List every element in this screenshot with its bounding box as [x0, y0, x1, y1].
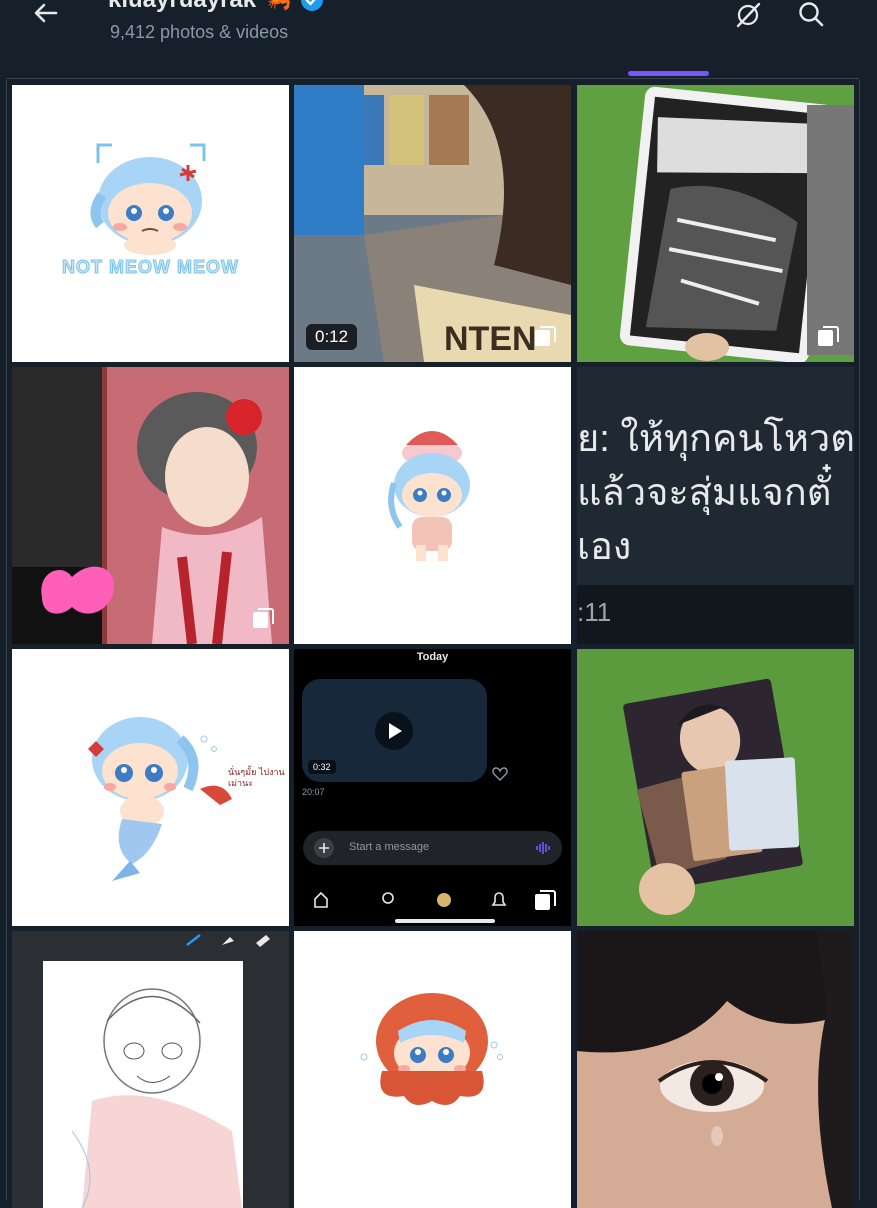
media-tile-thai-screenshot[interactable]: ย: ให้ทุกคนโหวต แล้วจะสุ่มแจกตั๋ เอง :11: [577, 367, 854, 644]
mermaid-note: นั่นๆมั้ย ไปงานเม่านะ: [228, 767, 285, 788]
plus-icon: [314, 838, 334, 858]
multiple-media-icon: [535, 326, 556, 346]
media-tile-chibi-sticker[interactable]: NOT MEOW MEOW: [12, 85, 289, 362]
play-icon: [375, 712, 413, 750]
verified-badge-icon: [300, 0, 323, 11]
grok-button[interactable]: [733, 0, 763, 30]
voice-icon: [536, 842, 550, 854]
grok-icon: [736, 2, 761, 28]
chibi-strawberry-image: [388, 431, 470, 561]
book-cards-photo: [577, 649, 854, 926]
media-tile-dm-screenshot[interactable]: Today 0:32 20:07 Start a message: [294, 649, 571, 926]
multiple-media-icon: [818, 326, 839, 346]
dm-video-bubble: 0:32: [302, 679, 487, 782]
media-tab-indicator: [628, 71, 709, 76]
dm-day-label: Today: [416, 651, 449, 663]
media-tile-sketch[interactable]: [12, 931, 289, 1208]
back-arrow-icon: [34, 3, 58, 23]
title-emoji: 🦐: [264, 0, 291, 13]
video-thumbnail-image: NTEN: [294, 85, 571, 362]
video-duration-badge: 0:12: [306, 324, 358, 350]
media-count: 9,412 photos & videos: [110, 22, 289, 42]
dm-video-duration: 0:32: [308, 760, 336, 774]
media-tile-cosplay-poster[interactable]: [12, 367, 289, 644]
multiple-media-icon: [253, 608, 274, 628]
sticker-caption: NOT MEOW MEOW: [62, 257, 239, 278]
screenshot-line-3: เอง: [577, 526, 632, 568]
search-icon: [799, 2, 824, 27]
media-grid: NOT MEOW MEOW NTEN 0:12 ย: ให้ทุกคนโหวต …: [12, 85, 854, 1208]
cosplay-poster-photo: [12, 367, 289, 644]
search-button[interactable]: [796, 0, 826, 30]
manga-cards-photo: [577, 85, 854, 362]
multiple-media-icon: [535, 890, 556, 910]
media-tile-chibi-strawberry[interactable]: [294, 367, 571, 644]
sketch-drawing-image: [12, 931, 289, 1208]
screenshot-footer: :11: [577, 585, 854, 644]
media-tile-book-cards[interactable]: [577, 649, 854, 926]
dm-message-time: 20:07: [302, 787, 325, 797]
media-tile-manga-cards[interactable]: [577, 85, 854, 362]
header-divider: [6, 78, 859, 79]
dm-input-placeholder: Start a message: [349, 841, 430, 853]
back-button[interactable]: [28, 0, 62, 30]
screenshot-timestamp: :11: [577, 597, 612, 627]
dm-message-input: Start a message: [303, 831, 562, 865]
chibi-sticker-image: [90, 143, 206, 255]
profile-name: kluayruayrak: [108, 0, 256, 14]
svg-text:NTEN: NTEN: [444, 320, 537, 358]
chibi-octopus-image: [360, 993, 503, 1105]
profile-title: kluayruayrak 🦐: [108, 0, 324, 14]
media-tile-video[interactable]: NTEN 0:12: [294, 85, 571, 362]
dm-bottom-nav: [314, 891, 507, 923]
react-heart-icon: [492, 767, 508, 781]
eye-closeup-photo: [577, 931, 854, 1208]
media-tile-chibi-octopus[interactable]: [294, 931, 571, 1208]
screenshot-line-1: ย: ให้ทุกคนโหวต: [577, 418, 854, 460]
media-tile-chibi-mermaid[interactable]: นั่นๆมั้ย ไปงานเม่านะ: [12, 649, 289, 926]
screenshot-line-2: แล้วจะสุ่มแจกตั๋: [577, 472, 832, 514]
media-tile-eye-closeup[interactable]: [577, 931, 854, 1208]
profile-media-header: kluayruayrak 🦐 9,412 photos & videos: [0, 0, 877, 80]
